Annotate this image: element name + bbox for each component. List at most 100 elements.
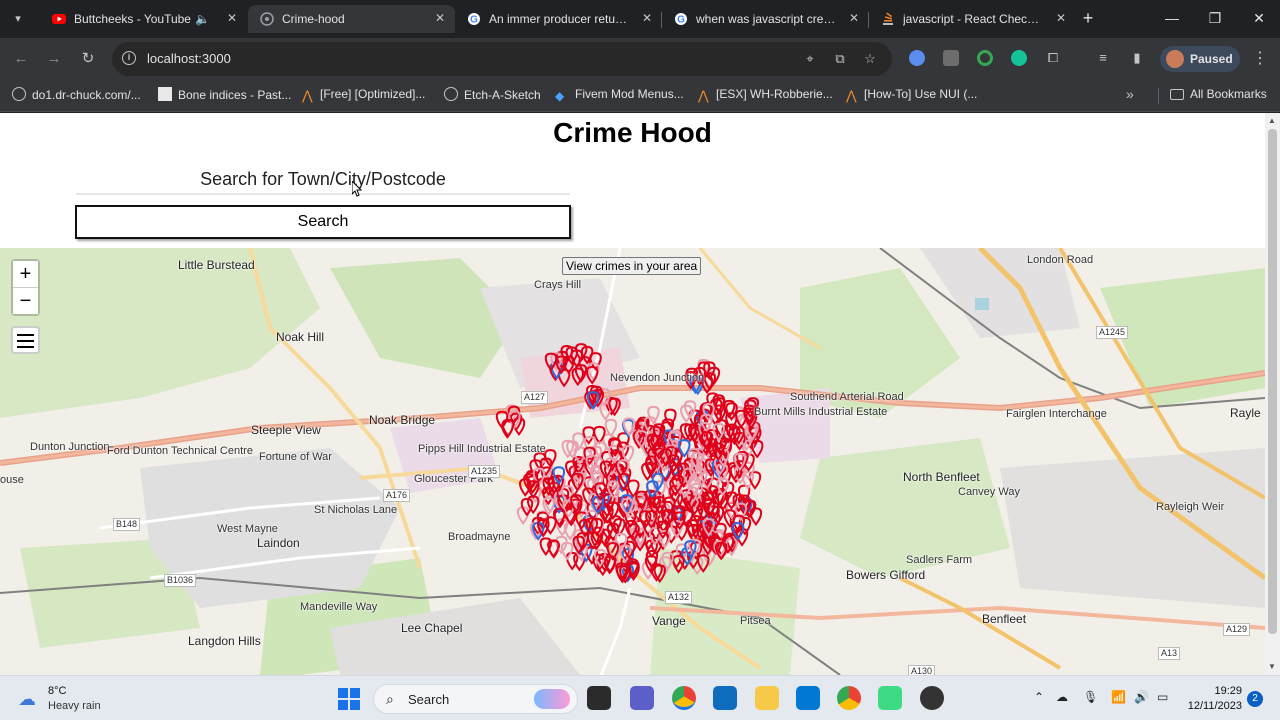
battery-icon[interactable]: ▭ bbox=[1157, 690, 1168, 704]
bookmarks-separator bbox=[1158, 88, 1159, 104]
google-icon: G bbox=[468, 13, 480, 26]
chevron-right-icon[interactable]: » bbox=[1126, 86, 1134, 102]
bookmark-fivem-mod-menus[interactable]: ◆ Fivem Mod Menus... bbox=[555, 87, 684, 105]
bookmark-free-optimized[interactable]: ⋀ [Free] [Optimized]... bbox=[302, 87, 425, 105]
address-url[interactable]: localhost:3000 bbox=[147, 51, 231, 66]
system-clock[interactable]: 19:29 12/11/2023 bbox=[1186, 684, 1242, 714]
map-place-label: Sadlers Farm bbox=[906, 554, 973, 566]
chevron-up-icon[interactable]: ⌃ bbox=[1034, 690, 1044, 704]
layers-menu-button[interactable] bbox=[11, 326, 40, 354]
wifi-icon[interactable]: 📶 bbox=[1111, 690, 1126, 704]
tab-stackoverflow[interactable]: javascript - React Checkbox ✕ bbox=[869, 5, 1076, 33]
minimize-icon[interactable]: — bbox=[1163, 10, 1181, 26]
crime-map[interactable]: + − View crimes in your area Little Burs… bbox=[0, 248, 1265, 675]
close-icon[interactable]: ✕ bbox=[1056, 11, 1066, 25]
menu-kebab-icon[interactable]: ⋮ bbox=[1252, 48, 1268, 68]
youtube-icon bbox=[52, 14, 66, 24]
all-bookmarks-folder[interactable]: All Bookmarks bbox=[1170, 87, 1267, 105]
window-close-icon[interactable]: ✕ bbox=[1250, 10, 1268, 27]
target-extension-icon[interactable] bbox=[977, 50, 993, 66]
scroll-thumb[interactable] bbox=[1268, 129, 1277, 634]
search-button[interactable]: Search bbox=[75, 205, 571, 239]
tab-immer-search[interactable]: G An immer producer returned a ✕ bbox=[455, 5, 662, 33]
media-queue-icon[interactable]: ≡ bbox=[1095, 50, 1111, 66]
reload-icon[interactable]: ↻ bbox=[77, 48, 99, 70]
page-scrollbar[interactable]: ▲ ▼ bbox=[1265, 113, 1280, 675]
search-input[interactable] bbox=[76, 165, 570, 195]
close-icon[interactable]: ✕ bbox=[849, 11, 859, 25]
windows-logo-icon bbox=[338, 700, 348, 710]
task-view-icon[interactable] bbox=[587, 686, 611, 710]
view-crimes-button[interactable]: View crimes in your area bbox=[562, 257, 702, 275]
chrome-profile-icon[interactable] bbox=[837, 686, 861, 710]
zoom-out-button[interactable]: − bbox=[13, 288, 38, 314]
bookmark-etch-a-sketch[interactable]: Etch-A-Sketch bbox=[444, 87, 541, 105]
windows-taskbar: ☁ 8°C Heavy rain ⌕ Search ⌃ ☁ 🎙 📶 🔊 ▭ 19… bbox=[0, 675, 1280, 720]
forward-icon[interactable]: → bbox=[43, 48, 65, 70]
speaker-icon[interactable]: 🔈 bbox=[195, 12, 210, 26]
bookmark-star-icon[interactable]: ☆ bbox=[862, 51, 878, 67]
extensions-puzzle-icon[interactable]: ⧠ bbox=[1045, 50, 1061, 66]
chrome-icon[interactable] bbox=[672, 686, 696, 710]
crime-marker-icon[interactable] bbox=[585, 365, 599, 385]
crime-markers-layer bbox=[495, 343, 764, 584]
map-place-label: West Mayne bbox=[217, 523, 278, 535]
profile-button[interactable]: Paused bbox=[1160, 46, 1240, 72]
install-app-icon[interactable]: ⧉ bbox=[832, 51, 848, 67]
windows-logo-icon bbox=[338, 688, 348, 698]
location-pin-icon[interactable]: ⌖ bbox=[802, 51, 818, 67]
bookmark-bone-indices[interactable]: Bone indices - Past... bbox=[158, 87, 291, 105]
taskbar-search[interactable]: ⌕ Search bbox=[373, 684, 578, 714]
side-panel-icon[interactable]: ▮ bbox=[1129, 50, 1145, 66]
bookmark-esx-wh-robberies[interactable]: ⋀ [ESX] WH-Robberie... bbox=[698, 87, 833, 105]
notification-badge[interactable]: 2 bbox=[1247, 691, 1263, 707]
road-number-label: A176 bbox=[383, 489, 411, 502]
back-icon[interactable]: ← bbox=[10, 48, 32, 70]
tab-youtube[interactable]: Buttcheeks - YouTube 🔈 ✕ bbox=[40, 5, 247, 33]
tab-javascript-search[interactable]: G when was javascript created ✕ bbox=[662, 5, 869, 33]
globe-icon bbox=[444, 87, 458, 101]
store-icon[interactable] bbox=[713, 686, 737, 710]
app-icon[interactable] bbox=[878, 686, 902, 710]
road-number-label: A127 bbox=[521, 391, 549, 404]
map-place-label: Southend Arterial Road bbox=[790, 391, 904, 403]
close-icon[interactable]: ✕ bbox=[435, 11, 445, 25]
obs-recording-icon[interactable] bbox=[920, 686, 944, 710]
map-place-label: Broadmayne bbox=[448, 531, 511, 543]
bookmark-label: do1.dr-chuck.com/... bbox=[32, 88, 141, 102]
map-place-label: St Nicholas Lane bbox=[314, 504, 398, 516]
microphone-icon[interactable]: 🎙 bbox=[1083, 690, 1098, 704]
tab-crime-hood[interactable]: Crime-hood ✕ bbox=[248, 5, 455, 33]
address-bar[interactable]: i localhost:3000 ⌖ ⧉ ☆ bbox=[112, 42, 892, 76]
search-highlight-icon bbox=[534, 689, 570, 709]
extension-icon[interactable] bbox=[909, 50, 925, 66]
onedrive-cloud-icon[interactable]: ☁ bbox=[1056, 690, 1068, 704]
close-icon[interactable]: ✕ bbox=[642, 11, 652, 25]
bookmark-dr-chuck[interactable]: do1.dr-chuck.com/... bbox=[12, 87, 141, 105]
scroll-down-icon[interactable]: ▼ bbox=[1268, 662, 1276, 671]
volume-icon[interactable]: 🔊 bbox=[1134, 690, 1149, 704]
shield-extension-icon[interactable] bbox=[943, 50, 959, 66]
grammarly-icon[interactable] bbox=[1011, 50, 1027, 66]
site-info-icon[interactable]: i bbox=[122, 51, 136, 65]
profile-status: Paused bbox=[1190, 52, 1233, 66]
restore-icon[interactable]: ❐ bbox=[1206, 10, 1224, 27]
start-button[interactable] bbox=[338, 688, 360, 710]
crime-marker-icon[interactable] bbox=[604, 418, 618, 438]
zoom-in-button[interactable]: + bbox=[13, 261, 38, 287]
vscode-icon[interactable] bbox=[796, 686, 820, 710]
close-icon[interactable]: ✕ bbox=[227, 11, 237, 25]
crime-marker-icon[interactable] bbox=[647, 405, 660, 425]
new-tab-button[interactable]: + bbox=[1078, 9, 1098, 29]
bookmark-how-to-nui[interactable]: ⋀ [How-To] Use NUI (... bbox=[846, 87, 977, 105]
file-explorer-icon[interactable] bbox=[755, 686, 779, 710]
tab-search-icon[interactable]: ▾ bbox=[8, 9, 28, 29]
scroll-up-icon[interactable]: ▲ bbox=[1268, 116, 1276, 125]
rain-cloud-icon: ☁ bbox=[18, 689, 36, 709]
map-place-label: Bowers Gifford bbox=[846, 568, 926, 582]
bookmark-label: [How-To] Use NUI (... bbox=[864, 87, 978, 101]
hamburger-line bbox=[17, 340, 34, 342]
weather-widget[interactable]: ☁ 8°C Heavy rain bbox=[18, 685, 138, 715]
road-number-label: B148 bbox=[113, 518, 141, 531]
teams-chat-icon[interactable] bbox=[630, 686, 654, 710]
